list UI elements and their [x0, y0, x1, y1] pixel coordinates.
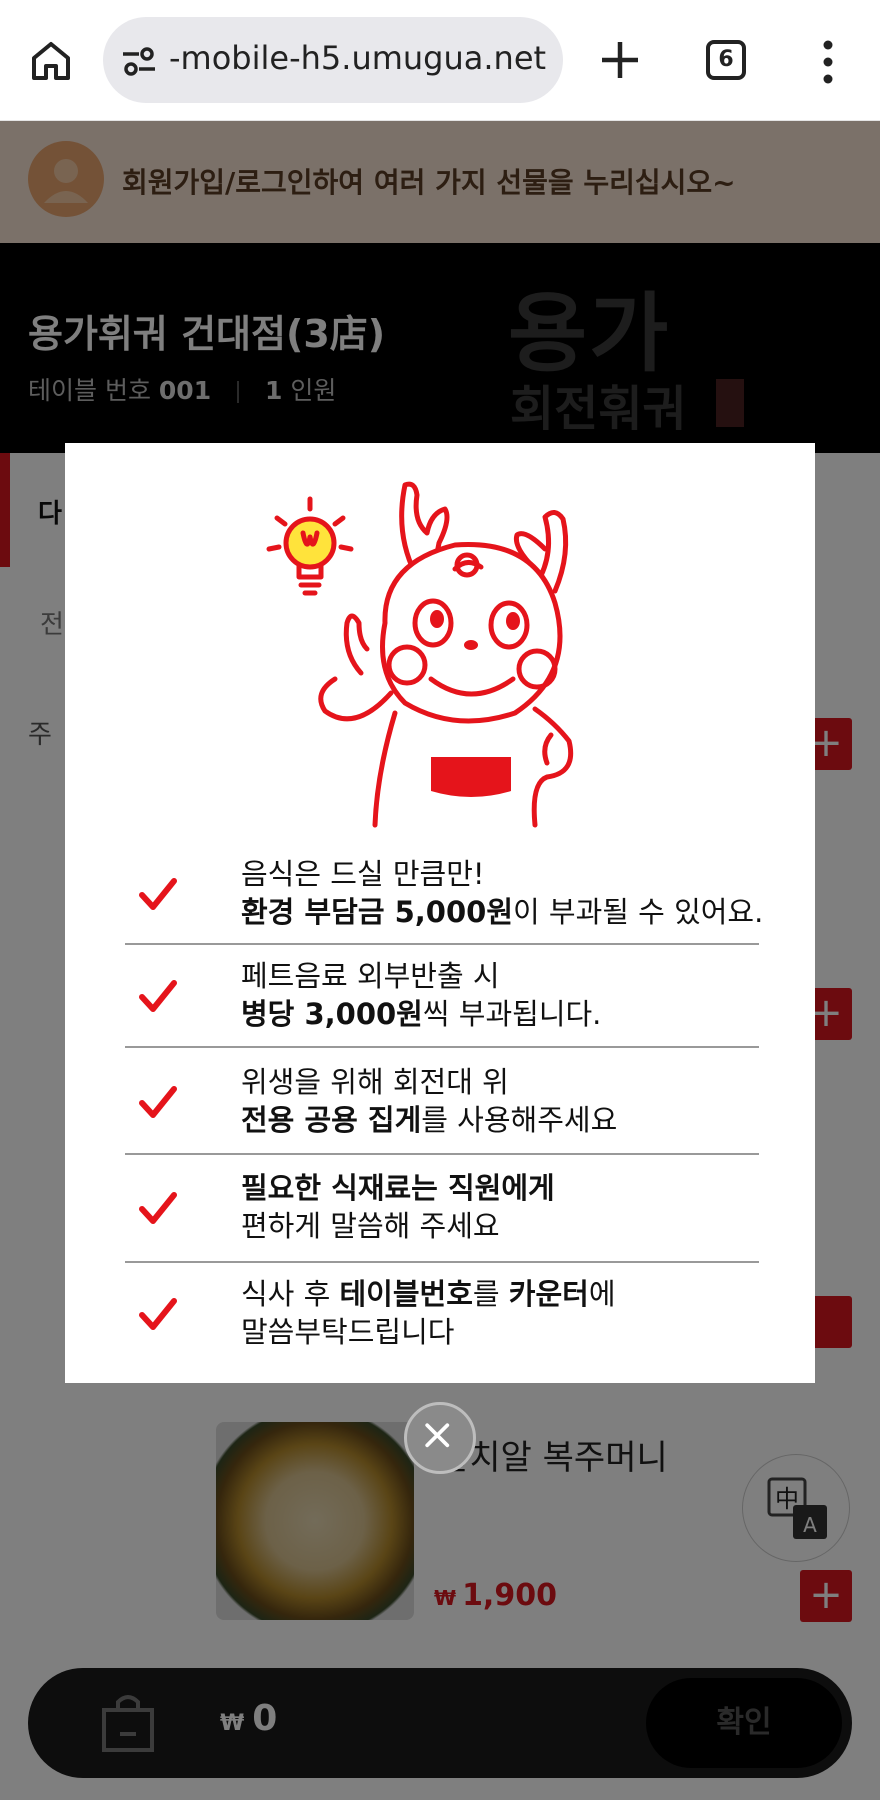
notice-modal: 음식은 드실 만큼만! 환경 부담금 5,000원이 부과될 수 있어요. 페트… — [65, 443, 815, 1383]
rule-line: 필요한 식재료는 직원에게 — [241, 1169, 555, 1207]
divider — [125, 943, 759, 945]
check-icon — [139, 1192, 177, 1224]
divider — [125, 1261, 759, 1263]
rule-text: 씩 부과됩니다. — [422, 997, 602, 1031]
tune-icon[interactable] — [119, 41, 159, 81]
more-vert-icon[interactable] — [818, 38, 838, 86]
check-icon — [139, 1298, 177, 1330]
close-icon — [425, 1423, 450, 1448]
rule-text: 를 — [472, 1277, 509, 1311]
rule-line: 병당 3,000원씩 부과됩니다. — [241, 995, 601, 1033]
rule-line: 전용 공용 집게를 사용해주세요 — [241, 1101, 617, 1139]
notice-rule: 식사 후 테이블번호를 카운터에 말씀부탁드립니다 — [125, 1275, 755, 1375]
rule-line: 음식은 드실 만큼만! — [241, 857, 485, 891]
close-modal-button[interactable] — [404, 1402, 476, 1474]
address-bar[interactable]: -mobile-h5.umugua.net — [103, 17, 563, 103]
url-text[interactable]: -mobile-h5.umugua.net — [169, 39, 546, 77]
rule-text: 를 사용해주세요 — [421, 1103, 618, 1137]
divider — [125, 1046, 759, 1048]
check-icon — [139, 980, 177, 1012]
mascot-illustration — [266, 481, 574, 828]
rule-line: 환경 부담금 5,000원이 부과될 수 있어요. — [241, 893, 763, 931]
rule-emphasis: 카운터 — [508, 1277, 589, 1311]
divider — [125, 1153, 759, 1155]
rule-line: 페트음료 외부반출 시 — [241, 959, 500, 993]
browser-toolbar: -mobile-h5.umugua.net 6 — [0, 0, 880, 121]
check-icon — [139, 878, 177, 910]
rule-text: 이 부과될 수 있어요. — [513, 895, 764, 929]
rule-emphasis: 환경 부담금 5,000원 — [241, 895, 514, 929]
rule-emphasis: 필요한 식재료는 직원에게 — [241, 1171, 555, 1205]
notice-rule: 필요한 식재료는 직원에게 편하게 말씀해 주세요 — [125, 1169, 755, 1269]
rule-text: 식사 후 — [241, 1277, 340, 1311]
home-icon[interactable] — [28, 38, 74, 84]
notice-rule: 위생을 위해 회전대 위 전용 공용 집게를 사용해주세요 — [125, 1063, 755, 1163]
rule-line: 식사 후 테이블번호를 카운터에 — [241, 1275, 616, 1313]
notice-rule: 페트음료 외부반출 시 병당 3,000원씩 부과됩니다. — [125, 957, 755, 1057]
rule-line: 위생을 위해 회전대 위 — [241, 1065, 509, 1099]
rule-emphasis: 전용 공용 집게 — [241, 1103, 422, 1137]
rule-line: 말씀부탁드립니다 — [241, 1315, 455, 1349]
tab-switcher-icon[interactable]: 6 — [706, 40, 746, 80]
rule-line: 편하게 말씀해 주세요 — [241, 1209, 500, 1243]
plus-icon[interactable] — [596, 36, 644, 84]
rule-emphasis: 병당 3,000원 — [241, 997, 423, 1031]
notice-rule: 음식은 드실 만큼만! 환경 부담금 5,000원이 부과될 수 있어요. — [125, 855, 763, 955]
check-icon — [139, 1086, 177, 1118]
rule-emphasis: 테이블번호 — [339, 1277, 473, 1311]
rule-text: 에 — [588, 1277, 616, 1311]
